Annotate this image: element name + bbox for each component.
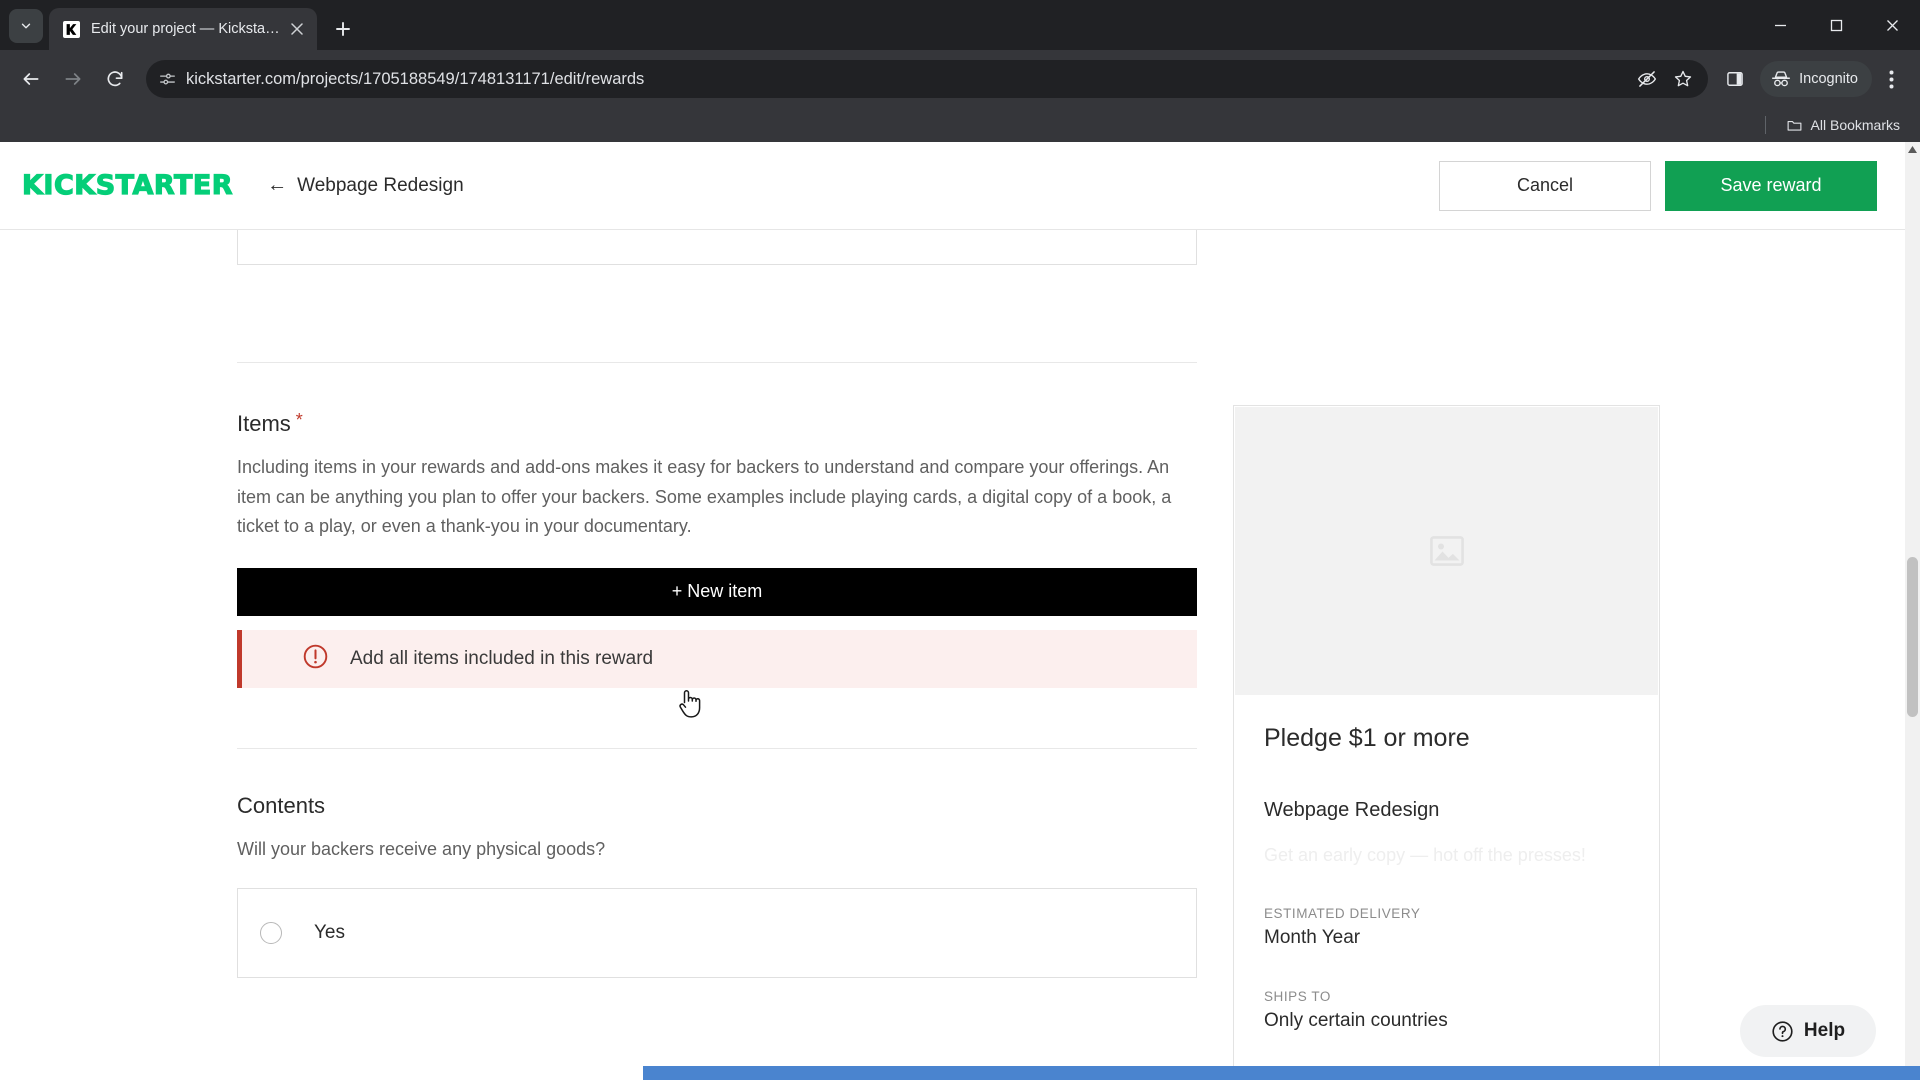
page-scrollbar[interactable] [1905, 142, 1920, 1080]
reward-description-textarea[interactable]: Get an early copy — hot off the presses! [237, 230, 1197, 265]
preview-meta-ships-to: SHIPS TO Only certain countries [1264, 989, 1629, 1032]
kickstarter-favicon [63, 20, 80, 38]
close-tab-icon[interactable] [286, 19, 307, 40]
preview-value-ships-to: Only certain countries [1264, 1010, 1448, 1031]
preview-label-estimated-delivery: ESTIMATED DELIVERY [1264, 906, 1421, 921]
help-widget-label: Help [1803, 1020, 1846, 1041]
bookmarks-separator [1764, 116, 1766, 134]
address-bar-url: kickstarter.com/projects/1705188549/1748… [186, 69, 645, 88]
tab-title: Edit your project — Kickstarter [91, 21, 280, 37]
browser-window: Edit your project — Kickstarter kickstar… [0, 0, 1920, 1080]
eye-slash-icon[interactable] [1630, 62, 1664, 96]
select-option-highlight[interactable] [643, 1066, 1920, 1080]
preview-meta-estimated-delivery: ESTIMATED DELIVERY Month Year [1264, 906, 1629, 949]
section-divider [237, 362, 1197, 363]
side-panel-icon[interactable] [1718, 62, 1752, 96]
back-arrow-icon[interactable] [12, 60, 50, 98]
omnibox-actions [1628, 62, 1700, 96]
items-error-message: Add all items included in this reward [350, 647, 654, 669]
new-item-button[interactable]: + New item [237, 567, 1197, 616]
forward-arrow-icon[interactable] [54, 60, 92, 98]
all-bookmarks-button[interactable]: All Bookmarks [1780, 114, 1906, 137]
preview-description: Get an early copy — hot off the presses! [1264, 845, 1586, 865]
back-to-project-link[interactable]: ← Webpage Redesign [267, 174, 464, 197]
window-controls [1752, 0, 1920, 50]
kickstarter-logo[interactable]: KICKSTARTER [21, 169, 233, 201]
left-arrow-icon: ← [267, 174, 288, 196]
physical-goods-yes-option[interactable]: Yes [237, 887, 1197, 978]
error-exclamation-icon [302, 643, 329, 675]
items-required-marker: * [295, 410, 303, 430]
folder-icon [1787, 120, 1801, 131]
contents-divider [237, 747, 1197, 749]
preview-label-ships-to: SHIPS TO [1264, 989, 1331, 1004]
items-error-banner: Add all items included in this reward [237, 629, 1197, 688]
items-section-title: Items * [237, 411, 1197, 437]
items-description: Including items in your rewards and add-… [237, 453, 1187, 542]
physical-goods-question: Will your backers receive any physical g… [237, 838, 606, 859]
question-mark-circle-icon [1772, 1020, 1793, 1042]
save-reward-button[interactable]: Save reward [1665, 160, 1877, 211]
radio-yes-label: Yes [314, 921, 345, 943]
scroll-up-arrow-icon[interactable] [1905, 142, 1920, 157]
items-description-line-1: Including items in your rewards and add-… [237, 457, 1144, 477]
bookmarks-bar: All Bookmarks [0, 108, 1920, 142]
reward-form-column: Get an early copy — hot off the presses!… [237, 230, 1197, 978]
minimize-icon[interactable] [1752, 0, 1808, 50]
preview-project-title: Webpage Redesign [1264, 799, 1440, 821]
incognito-indicator[interactable]: Incognito [1760, 61, 1872, 97]
page-content: Get an early copy — hot off the presses!… [0, 230, 1905, 1080]
plus-icon [336, 22, 350, 36]
preview-image-placeholder [1235, 407, 1658, 695]
image-placeholder-icon [1429, 536, 1464, 566]
incognito-label: Incognito [1799, 71, 1858, 87]
preview-value-estimated-delivery: Month Year [1264, 927, 1361, 948]
kickstarter-header: KICKSTARTER ← Webpage Redesign Cancel Sa… [0, 142, 1905, 230]
star-icon[interactable] [1666, 62, 1700, 96]
tab-strip: Edit your project — Kickstarter [0, 0, 1920, 50]
reward-preview-card: Pledge $1 or more Webpage Redesign Get a… [1233, 405, 1660, 1080]
preview-pledge-amount: Pledge $1 or more [1264, 724, 1470, 752]
three-dot-menu-icon[interactable] [1874, 62, 1908, 96]
close-window-icon[interactable] [1864, 0, 1920, 50]
site-settings-icon[interactable] [152, 64, 182, 94]
browser-toolbar: kickstarter.com/projects/1705188549/1748… [0, 50, 1920, 108]
browser-tab[interactable]: Edit your project — Kickstarter [49, 8, 317, 50]
items-title-text: Items [237, 411, 291, 436]
tab-search-button[interactable] [9, 9, 43, 43]
maximize-icon[interactable] [1808, 0, 1864, 50]
cancel-button[interactable]: Cancel [1439, 160, 1651, 211]
page-viewport: KICKSTARTER ← Webpage Redesign Cancel Sa… [0, 142, 1920, 1080]
radio-yes-input[interactable] [260, 921, 282, 944]
contents-section-title: Contents [237, 792, 326, 818]
project-name-label: Webpage Redesign [297, 174, 464, 196]
reload-icon[interactable] [96, 60, 134, 98]
chevron-down-icon [21, 23, 31, 29]
preview-body: Pledge $1 or more Webpage Redesign Get a… [1234, 696, 1659, 1080]
address-bar[interactable]: kickstarter.com/projects/1705188549/1748… [146, 60, 1709, 98]
help-widget-button[interactable]: Help [1740, 1005, 1876, 1057]
scrollbar-thumb[interactable] [1907, 557, 1918, 717]
new-tab-button[interactable] [327, 13, 359, 45]
incognito-hat-icon [1772, 71, 1791, 87]
all-bookmarks-label: All Bookmarks [1810, 117, 1900, 133]
